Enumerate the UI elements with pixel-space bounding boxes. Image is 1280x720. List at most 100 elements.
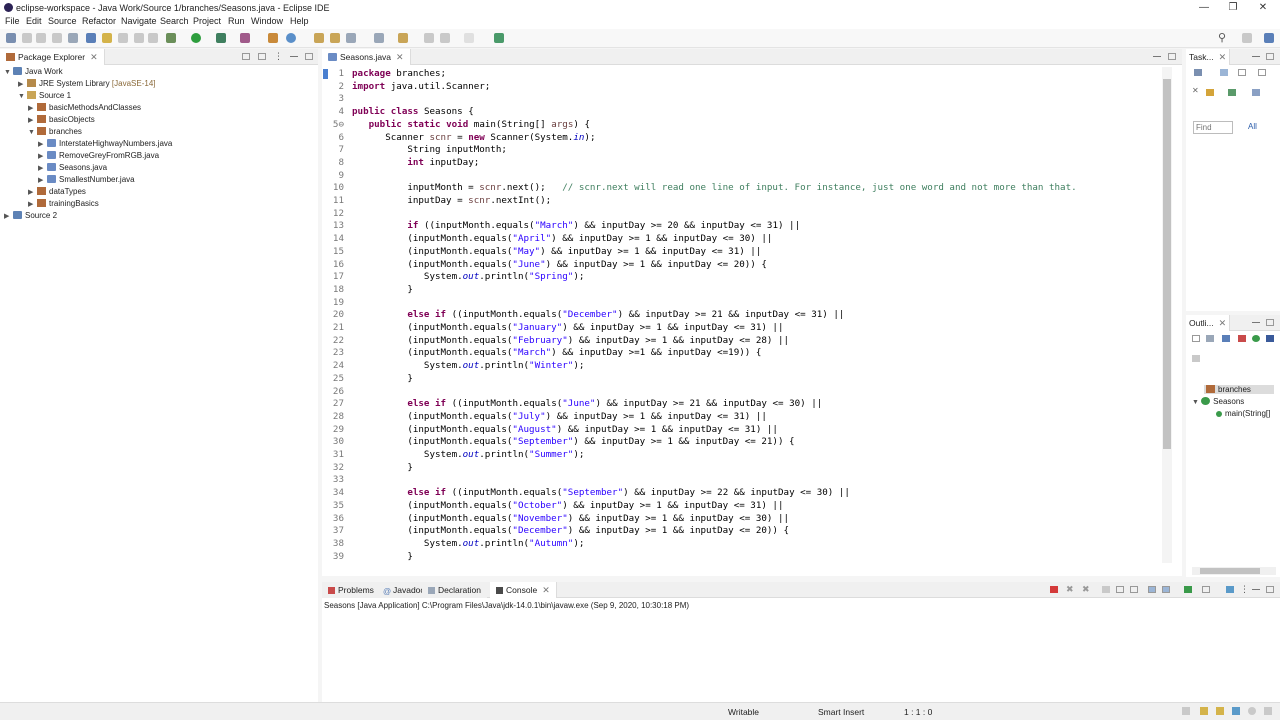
code-text[interactable]: public class Seasons { xyxy=(352,106,474,119)
code-line[interactable]: 21 (inputMonth.equals("January") && inpu… xyxy=(322,322,1162,335)
collapse-icon[interactable] xyxy=(1258,69,1266,76)
open-task-icon[interactable] xyxy=(330,33,340,43)
code-text[interactable]: System.out.println("Autumn"); xyxy=(352,538,584,551)
code-line[interactable]: 22 (inputMonth.equals("February") && inp… xyxy=(322,335,1162,348)
focus-icon[interactable]: ✕ xyxy=(1192,86,1200,95)
tips-icon[interactable] xyxy=(1216,707,1224,715)
filter-icon[interactable] xyxy=(1238,69,1246,76)
code-line[interactable]: 13 if ((inputMonth.equals("March") && in… xyxy=(322,220,1162,233)
view-menu-icon[interactable]: ⋮ xyxy=(274,51,283,61)
code-line[interactable]: 5⊖ public static void main(String[] args… xyxy=(322,119,1162,132)
toggle-breadcrumb-icon[interactable] xyxy=(86,33,96,43)
vertical-scrollbar[interactable] xyxy=(1162,67,1172,563)
menu-edit[interactable]: Edit xyxy=(26,16,42,26)
code-text[interactable]: else if ((inputMonth.equals("June") && i… xyxy=(352,398,822,411)
heap-icon[interactable] xyxy=(1264,707,1272,715)
code-line[interactable]: 23 (inputMonth.equals("March") && inputD… xyxy=(322,347,1162,360)
task-find-input[interactable] xyxy=(1193,121,1233,134)
save-icon[interactable] xyxy=(22,33,32,43)
outline-item-class[interactable]: ▼ Seasons xyxy=(1192,397,1244,406)
code-line[interactable]: 9 xyxy=(322,170,1162,183)
scrollbar-thumb[interactable] xyxy=(1163,79,1171,449)
code-line[interactable]: 20 else if ((inputMonth.equals("December… xyxy=(322,309,1162,322)
code-line[interactable]: 4 public class Seasons { xyxy=(322,106,1162,119)
maximize-view-icon[interactable] xyxy=(1266,586,1274,593)
remove-all-icon[interactable]: ✖ xyxy=(1082,584,1090,594)
close-icon[interactable]: ✕ xyxy=(1219,52,1227,62)
code-text[interactable]: inputMonth = scnr.next(); // scnr.next w… xyxy=(352,182,1076,195)
notification-icon[interactable] xyxy=(1200,707,1208,715)
menu-search[interactable]: Search xyxy=(160,16,189,26)
trim-icon[interactable] xyxy=(1182,707,1190,715)
categorize-icon[interactable] xyxy=(1220,69,1228,76)
mark-occurrences-icon[interactable] xyxy=(102,33,112,43)
collapse-all-icon[interactable] xyxy=(242,53,250,60)
code-text[interactable]: } xyxy=(352,551,413,564)
prev-annotation-icon[interactable] xyxy=(398,33,408,43)
menu-source[interactable]: Source xyxy=(48,16,77,26)
show-stdout-icon[interactable] xyxy=(1148,586,1156,593)
chevron-right-icon[interactable]: ▶ xyxy=(28,188,37,196)
code-text[interactable]: package branches; xyxy=(352,68,446,81)
code-line[interactable]: 25 } xyxy=(322,373,1162,386)
menu-navigate[interactable]: Navigate xyxy=(121,16,157,26)
code-text[interactable]: else if ((inputMonth.equals("December") … xyxy=(352,309,844,322)
hide-local-types-icon[interactable] xyxy=(1266,335,1274,342)
link-outline-icon[interactable] xyxy=(1192,355,1200,362)
tree-item-basic-objects[interactable]: ▶ basicObjects xyxy=(28,115,95,127)
search-icon[interactable]: ⚲ xyxy=(1218,31,1228,44)
run-icon[interactable] xyxy=(191,33,201,43)
hide-fields-icon[interactable] xyxy=(1222,335,1230,342)
code-text[interactable]: } xyxy=(352,284,413,297)
code-line[interactable]: 39 } xyxy=(322,551,1162,564)
scroll-lock-icon[interactable] xyxy=(1116,586,1124,593)
word-wrap-icon[interactable] xyxy=(134,33,144,43)
word-wrap-console-icon[interactable] xyxy=(1130,586,1138,593)
debug-icon[interactable] xyxy=(166,33,176,43)
status-cursor-position[interactable]: 1 : 1 : 0 xyxy=(904,707,932,717)
chevron-right-icon[interactable]: ▶ xyxy=(4,212,13,220)
tab-declaration[interactable]: Declaration xyxy=(422,582,487,598)
minimize-view-icon[interactable] xyxy=(1252,53,1260,57)
outline-item-package[interactable]: branches xyxy=(1204,385,1274,394)
code-line[interactable]: 15 (inputMonth.equals("May") && inputDay… xyxy=(322,246,1162,259)
progress-icon[interactable] xyxy=(1248,707,1256,715)
tab-task-list[interactable]: Task... ✕ xyxy=(1186,49,1231,65)
code-text[interactable]: (inputMonth.equals("May") && inputDay >=… xyxy=(352,246,761,259)
new-class-icon[interactable] xyxy=(286,33,296,43)
forward-icon[interactable] xyxy=(464,33,474,43)
chevron-right-icon[interactable]: ▶ xyxy=(28,116,37,124)
code-line[interactable]: 17 System.out.println("Spring"); xyxy=(322,271,1162,284)
code-text[interactable]: (inputMonth.equals("December") && inputD… xyxy=(352,525,789,538)
code-line[interactable]: 1 package branches; xyxy=(322,68,1162,81)
chevron-right-icon[interactable]: ▶ xyxy=(38,164,47,172)
code-line[interactable]: 16 (inputMonth.equals("June") && inputDa… xyxy=(322,259,1162,272)
code-area[interactable]: 1 package branches; 2 import java.util.Scan… xyxy=(322,67,1162,567)
maximize-view-icon[interactable] xyxy=(1266,53,1274,60)
code-text[interactable]: else if ((inputMonth.equals("September")… xyxy=(352,487,850,500)
chevron-down-icon[interactable]: ▼ xyxy=(4,69,13,76)
open-console-icon[interactable] xyxy=(1226,586,1234,593)
new-task-icon[interactable] xyxy=(1194,69,1202,76)
minimize-view-icon[interactable] xyxy=(290,53,298,57)
code-line[interactable]: 26 xyxy=(322,386,1162,399)
menu-window[interactable]: Window xyxy=(251,16,283,26)
tab-console[interactable]: Console ✕ xyxy=(490,582,557,598)
code-text[interactable]: System.out.println("Spring"); xyxy=(352,271,584,284)
terminate-icon[interactable] xyxy=(1050,586,1058,593)
code-text[interactable]: System.out.println("Winter"); xyxy=(352,360,584,373)
clear-console-icon[interactable] xyxy=(1102,586,1110,593)
tab-package-explorer[interactable]: Package Explorer ✕ xyxy=(0,49,105,65)
java-perspective-icon[interactable] xyxy=(1264,33,1274,43)
tree-item-datatypes[interactable]: ▶ dataTypes xyxy=(28,187,86,199)
restore-icon[interactable]: ❐ xyxy=(1219,1,1247,14)
code-text[interactable]: (inputMonth.equals("October") && inputDa… xyxy=(352,500,783,513)
back-icon[interactable] xyxy=(440,33,450,43)
chevron-right-icon[interactable]: ▶ xyxy=(28,104,37,112)
outline-scrollbar[interactable] xyxy=(1192,567,1276,575)
chevron-right-icon[interactable]: ▶ xyxy=(38,140,47,148)
code-line[interactable]: 37 (inputMonth.equals("December") && inp… xyxy=(322,525,1162,538)
code-line[interactable]: 36 (inputMonth.equals("November") && inp… xyxy=(322,513,1162,526)
chevron-right-icon[interactable]: ▶ xyxy=(18,80,27,88)
code-line[interactable]: 29 (inputMonth.equals("August") && input… xyxy=(322,424,1162,437)
